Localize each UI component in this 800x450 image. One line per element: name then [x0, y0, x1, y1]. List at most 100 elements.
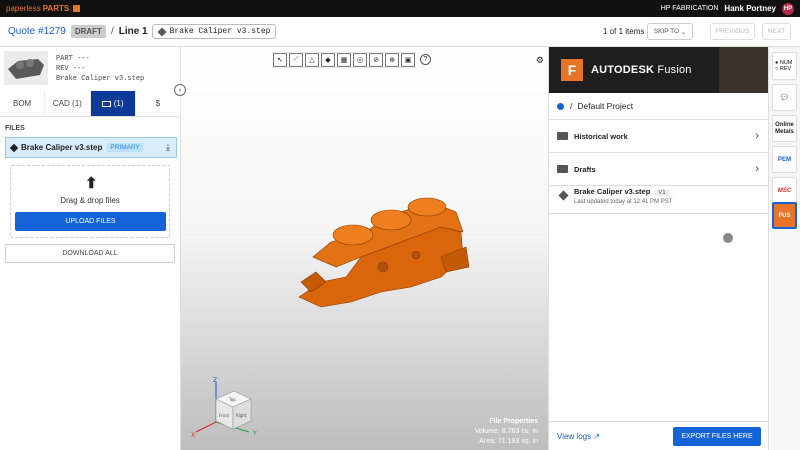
tab-pricing[interactable]: $	[136, 91, 181, 116]
upload-files-button[interactable]: UPLOAD FILES	[15, 212, 166, 231]
part-info: PART --- REV --- Brake Caliper v3.step	[0, 47, 180, 91]
rev-label: REV	[779, 66, 792, 72]
fit-icon[interactable]: ⊕	[385, 53, 399, 67]
loading-spinner	[723, 233, 733, 243]
fusion-logo-icon: F	[561, 59, 583, 81]
file-properties: File Properties Volume: 8.763 cu. in Are…	[475, 417, 538, 447]
collapse-panel-button[interactable]: ‹	[174, 84, 186, 96]
left-tabs: BOM CAD (1) (1) $	[0, 91, 181, 117]
integrations-rail: ● NUM ○ REV 💬 Online Metals PEM MSC FUS	[768, 47, 800, 450]
part-thumbnail	[4, 51, 48, 85]
view-logs-link[interactable]: View logs ↗	[557, 432, 600, 441]
chat-icon[interactable]: 💬	[772, 84, 797, 111]
user-name[interactable]: Hank Portney	[724, 4, 776, 13]
download-icon[interactable]: ⤓	[166, 142, 170, 153]
file-name: Brake Caliper v3.step	[21, 143, 103, 152]
quote-header: Quote #1279 DRAFT / Line 1 Brake Caliper…	[0, 17, 800, 47]
tab-bom[interactable]: BOM	[0, 91, 46, 116]
tab-files-label: (1)	[113, 99, 124, 108]
project-breadcrumb: / Default Project	[549, 93, 769, 120]
msc-button[interactable]: MSC	[772, 177, 797, 204]
select-icon[interactable]: ↖	[273, 53, 287, 67]
fusion-banner: F AUTODESK Fusion	[549, 47, 769, 93]
cube-top-label: Top	[228, 397, 236, 402]
axis-y-label: Y	[252, 430, 257, 437]
skip-to-label: SKIP TO	[653, 28, 680, 35]
folder-icon	[557, 165, 568, 173]
view-logs-label: View logs	[557, 432, 592, 441]
volume-value: Volume: 8.763 cu. in	[474, 428, 538, 435]
previous-button[interactable]: PREVIOUS	[710, 23, 755, 40]
breadcrumb-separator: /	[570, 101, 573, 111]
fusion-button[interactable]: FUS	[772, 202, 797, 229]
fusion-file-item[interactable]: Brake Caliper v3.step V1 Last updated tod…	[549, 181, 769, 214]
gear-icon[interactable]: ⚙	[536, 55, 544, 66]
fusion-panel: F AUTODESK Fusion / Default Project Hist…	[548, 47, 769, 450]
fusion-footer: View logs ↗ EXPORT FILES HERE	[549, 421, 769, 450]
project-name[interactable]: Default Project	[577, 101, 633, 111]
drop-text: Drag & drop files	[60, 196, 120, 205]
folder-label: Drafts	[574, 164, 596, 174]
files-heading: FILES	[5, 125, 25, 132]
avatar[interactable]: HP	[782, 2, 794, 15]
upload-icon: ⬆	[85, 175, 98, 192]
section-icon[interactable]: ▣	[401, 53, 415, 67]
cube-icon	[9, 143, 19, 152]
logo-text-bold: PARTS	[42, 4, 70, 13]
globe-icon[interactable]: ◎	[353, 53, 367, 67]
texture-icon[interactable]: ▦	[337, 53, 351, 67]
drop-zone[interactable]: ⬆ Drag & drop files UPLOAD FILES	[10, 165, 170, 238]
measure-icon[interactable]: ⟋	[289, 53, 303, 67]
caliper-model	[298, 197, 470, 308]
num-rev-toggle[interactable]: ● NUM ○ REV	[772, 52, 797, 80]
chevron-right-icon: ›	[755, 130, 759, 142]
hide-icon[interactable]: ⊘	[369, 53, 383, 67]
file-row[interactable]: Brake Caliper v3.step PRIMARY ⤓	[5, 137, 177, 158]
version-badge: V1	[655, 190, 669, 196]
autodesk-label: AUTODESK	[591, 64, 655, 76]
online-metals-label: Online Metals	[775, 121, 794, 135]
pem-button[interactable]: PEM	[772, 146, 797, 173]
chevron-left-icon: ‹	[178, 86, 182, 94]
tab-files[interactable]: (1)	[90, 91, 136, 116]
view-cube[interactable]: Top Front Right Z X Y	[191, 377, 261, 442]
help-icon[interactable]: ?	[420, 54, 431, 65]
online-metals-button[interactable]: Online Metals	[772, 115, 797, 142]
x-axis	[195, 421, 217, 433]
cube-icon	[157, 26, 167, 37]
status-badge: DRAFT	[70, 25, 106, 38]
download-all-button[interactable]: DOWNLOAD ALL	[5, 244, 175, 263]
logo-text: paperless	[6, 4, 41, 13]
app-logo[interactable]: paperless PARTS	[6, 4, 81, 13]
axis-x-label: X	[191, 432, 195, 439]
area-value: Area: 71.193 sq. in	[479, 438, 538, 445]
left-panel: PART --- REV --- Brake Caliper v3.step B…	[0, 47, 181, 450]
rev-option[interactable]: ○ REV	[775, 66, 791, 72]
next-button[interactable]: NEXT	[762, 23, 791, 40]
tab-cad[interactable]: CAD (1)	[45, 91, 91, 116]
fus-label: FUS	[778, 212, 791, 219]
part-number: PART ---	[56, 55, 90, 63]
shaded-icon[interactable]: ◆	[321, 53, 335, 67]
folder-historical-work[interactable]: Historical work ›	[549, 120, 769, 153]
part-revision: REV ---	[56, 65, 86, 73]
cube-icon	[558, 190, 569, 201]
people-icon	[557, 102, 564, 110]
cad-viewer[interactable]: ↖ ⟋ △ ◆ ▦ ◎ ⊘ ⊕ ▣ ? ⚙ Top Front Right Z …	[181, 47, 548, 450]
skip-to-button[interactable]: SKIP TO ⌄	[647, 23, 693, 40]
cube-right-label: Right	[236, 413, 247, 418]
quote-link[interactable]: Quote #1279	[8, 26, 66, 37]
banner-image	[719, 47, 769, 93]
file-chip[interactable]: Brake Caliper v3.step	[151, 24, 277, 39]
file-chip-label: Brake Caliper v3.step	[169, 27, 271, 36]
folder-icon	[557, 132, 568, 140]
cube-front-label: Front	[219, 413, 230, 418]
folder-label: Historical work	[574, 131, 628, 141]
part-file: Brake Caliper v3.step	[56, 75, 145, 83]
fusion-file-name: Brake Caliper v3.step	[574, 187, 651, 196]
items-counter: 1 of 1 items	[603, 27, 645, 36]
wireframe-icon[interactable]: △	[305, 53, 319, 67]
chevron-right-icon: ›	[755, 163, 759, 175]
logo-icon	[73, 5, 81, 12]
export-files-button[interactable]: EXPORT FILES HERE	[673, 427, 761, 446]
